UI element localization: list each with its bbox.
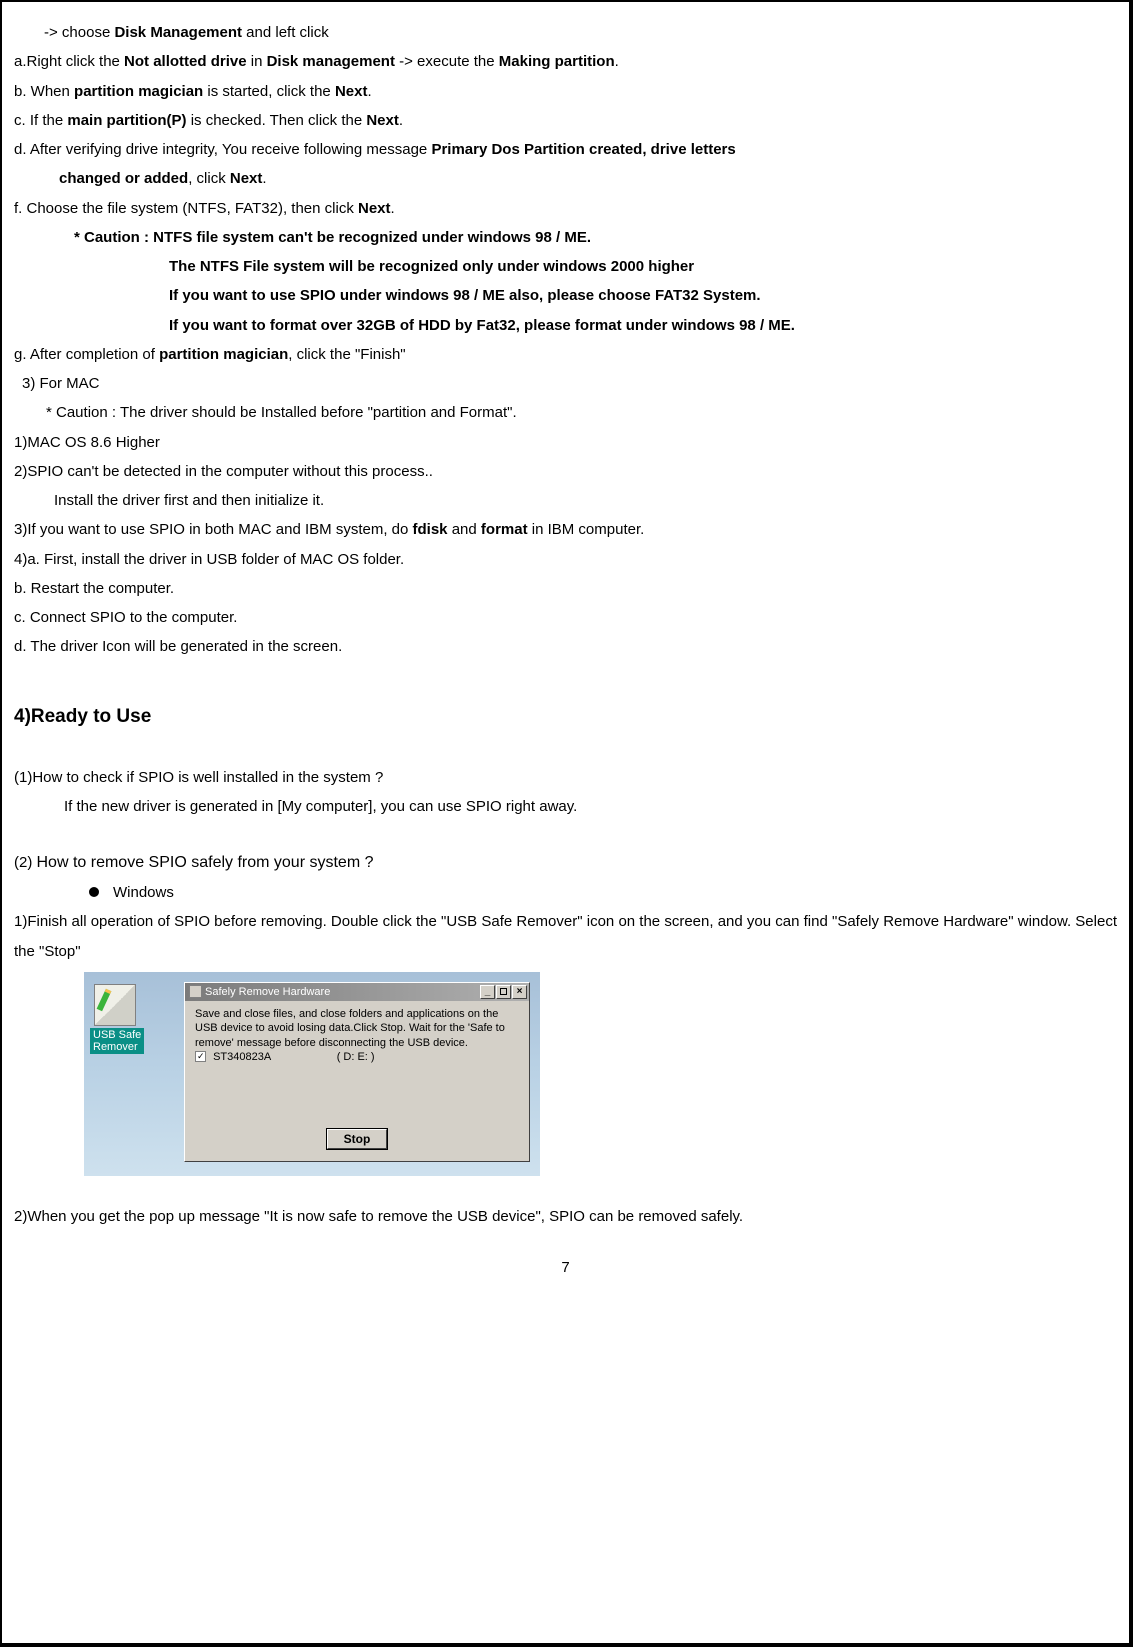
close-button[interactable]: ×	[512, 985, 527, 999]
line: 4)a. First, install the driver in USB fo…	[14, 545, 1117, 574]
usb-safe-remover-icon	[94, 984, 136, 1026]
txt-bold: Next	[358, 200, 391, 217]
txt-bold: main partition(P)	[67, 112, 186, 129]
device-checkbox[interactable]	[195, 1051, 206, 1062]
q1-title: (1)How to check if SPIO is well installe…	[14, 763, 1117, 792]
txt: g. After completion of	[14, 346, 159, 363]
txt: b. When	[14, 83, 74, 100]
window-icon	[189, 985, 202, 998]
line: 3)If you want to use SPIO in both MAC an…	[14, 515, 1117, 544]
minimize-glyph: _	[485, 987, 491, 997]
txt-bold: Primary Dos Partition created, drive let…	[431, 141, 735, 158]
txt: -> choose	[44, 24, 114, 41]
window-body-text: Save and close files, and close folders …	[195, 1007, 519, 1050]
txt-bold: Disk Management	[114, 24, 242, 41]
window-titlebar: Safely Remove Hardware _ ×	[185, 983, 529, 1001]
close-glyph: ×	[517, 987, 523, 997]
txt: , click	[188, 170, 230, 187]
txt: .	[399, 112, 403, 129]
txt: , click the "Finish"	[288, 346, 405, 363]
txt-bold: changed or added	[59, 170, 188, 187]
line: b. When partition magician is started, c…	[14, 77, 1117, 106]
line: If you want to use SPIO under windows 98…	[14, 281, 1117, 310]
device-row: ST340823A ( D: E: )	[195, 1050, 519, 1064]
line: f. Choose the file system (NTFS, FAT32),…	[14, 194, 1117, 223]
bullet-icon	[89, 887, 99, 897]
q2-text: How to remove SPIO safely from your syst…	[37, 854, 374, 871]
txt-bold: fdisk	[413, 521, 448, 538]
txt-bold: partition magician	[74, 83, 203, 100]
txt: .	[615, 53, 619, 70]
txt: .	[391, 200, 395, 217]
line: 3) For MAC	[14, 369, 1117, 398]
txt-bold: Disk management	[267, 53, 395, 70]
line: Install the driver first and then initia…	[14, 486, 1117, 515]
txt-bold: Next	[230, 170, 263, 187]
txt-bold: Next	[366, 112, 399, 129]
txt: and	[448, 521, 481, 538]
line: c. Connect SPIO to the computer.	[14, 603, 1117, 632]
window-body: Save and close files, and close folders …	[185, 1001, 529, 1064]
page-number: 7	[14, 1253, 1117, 1282]
txt: is started, click the	[203, 83, 335, 100]
line: -> choose Disk Management and left click	[14, 18, 1117, 47]
txt: in IBM computer.	[528, 521, 645, 538]
line: b. Restart the computer.	[14, 574, 1117, 603]
bullet-label: Windows	[113, 884, 174, 901]
line: a.Right click the Not allotted drive in …	[14, 47, 1117, 76]
line: d. After verifying drive integrity, You …	[14, 135, 1117, 164]
para-remove-2: 2)When you get the pop up message "It is…	[14, 1202, 1117, 1231]
line: 2)SPIO can't be detected in the computer…	[14, 457, 1117, 486]
line: c. If the main partition(P) is checked. …	[14, 106, 1117, 135]
txt-bold: partition magician	[159, 346, 288, 363]
txt: .	[262, 170, 266, 187]
line: The NTFS File system will be recognized …	[14, 252, 1117, 281]
q2-lead: (2)	[14, 854, 37, 871]
txt: d. After verifying drive integrity, You …	[14, 141, 431, 158]
bullet-windows: Windows	[14, 878, 1117, 907]
line: If you want to format over 32GB of HDD b…	[14, 311, 1117, 340]
section-title-ready: 4)Ready to Use	[14, 698, 1117, 735]
txt-bold: Making partition	[499, 53, 615, 70]
line: changed or added, click Next.	[14, 164, 1117, 193]
txt: is checked. Then click the	[187, 112, 367, 129]
txt: c. If the	[14, 112, 67, 129]
txt-bold: Next	[335, 83, 368, 100]
line: d. The driver Icon will be generated in …	[14, 632, 1117, 661]
txt: and left click	[242, 24, 329, 41]
device-name: ST340823A	[213, 1051, 271, 1063]
remove-hardware-screenshot: USB Safe Remover Safely Remove Hardware …	[84, 972, 540, 1176]
txt: f. Choose the file system (NTFS, FAT32),…	[14, 200, 358, 217]
para-remove-1: 1)Finish all operation of SPIO before re…	[14, 907, 1117, 966]
txt: .	[367, 83, 371, 100]
txt: a.Right click the	[14, 53, 124, 70]
stop-button[interactable]: Stop	[327, 1129, 387, 1149]
maximize-glyph	[500, 988, 507, 995]
minimize-button[interactable]: _	[480, 985, 495, 999]
document-page: -> choose Disk Management and left click…	[0, 0, 1133, 1647]
txt-bold: Not allotted drive	[124, 53, 247, 70]
window-title: Safely Remove Hardware	[205, 985, 330, 999]
maximize-button[interactable]	[496, 985, 511, 999]
line: * Caution : The driver should be Install…	[14, 398, 1117, 427]
line-caution: * Caution : NTFS file system can't be re…	[14, 223, 1117, 252]
usb-safe-remover-label: USB Safe Remover	[90, 1028, 144, 1054]
txt: -> execute the	[395, 53, 499, 70]
q1-answer: If the new driver is generated in [My co…	[14, 792, 1117, 821]
line: 1)MAC OS 8.6 Higher	[14, 428, 1117, 457]
device-drives: ( D: E: )	[337, 1051, 375, 1063]
txt: in	[247, 53, 267, 70]
q2-title: (2) How to remove SPIO safely from your …	[14, 847, 1117, 878]
safely-remove-window: Safely Remove Hardware _ × Save and clos…	[184, 982, 530, 1162]
txt: 3)If you want to use SPIO in both MAC an…	[14, 521, 413, 538]
txt-bold: format	[481, 521, 528, 538]
line: g. After completion of partition magicia…	[14, 340, 1117, 369]
